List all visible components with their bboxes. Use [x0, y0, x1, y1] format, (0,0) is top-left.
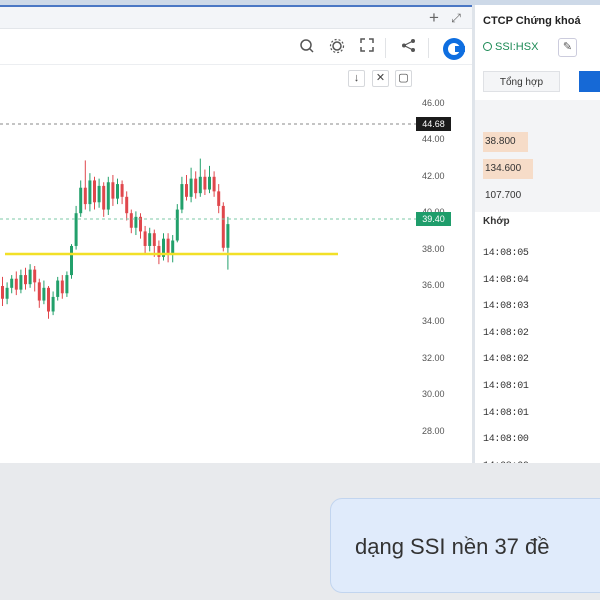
- candle-body: [37, 282, 41, 301]
- candle-body: [10, 278, 14, 288]
- current-price-tag: 39.40: [416, 212, 451, 226]
- candle-body: [217, 191, 221, 206]
- candle-body: [42, 287, 46, 301]
- match-time: 14:08:00: [483, 434, 529, 446]
- candle-body: [129, 213, 133, 228]
- y-axis-tick-label: 32.00: [422, 352, 445, 363]
- candle-body: [185, 184, 188, 197]
- match-list-header: Khớp: [483, 216, 510, 227]
- candle-body: [203, 176, 207, 190]
- candle-body: [5, 287, 9, 299]
- candlestick-series: [1, 158, 230, 319]
- candle-body: [189, 178, 193, 197]
- candle-body: [93, 180, 96, 203]
- ticker-text: SSI:HSX: [495, 41, 539, 53]
- candle-body: [116, 184, 119, 199]
- candle-body: [19, 275, 23, 290]
- app-logo-icon[interactable]: [443, 38, 465, 60]
- y-axis-tick-label: 44.00: [422, 134, 445, 145]
- chart-panel: + ⤢ ↓ ✕ ▢ 46.0044.0042.0040.0038.0036.00…: [0, 5, 472, 463]
- candle-body: [70, 245, 73, 276]
- candle-body: [83, 187, 87, 205]
- ticker-label[interactable]: SSI:HSX: [483, 41, 538, 53]
- y-axis-tick-label: 38.00: [422, 243, 445, 254]
- candle-body: [226, 224, 230, 248]
- candle-body: [125, 196, 129, 214]
- candle-body: [143, 231, 147, 246]
- maximize-pane-icon[interactable]: ▢: [395, 70, 412, 87]
- candle-body: [47, 287, 50, 312]
- candle-body: [148, 233, 152, 246]
- candle-body: [175, 209, 179, 241]
- candle-body: [97, 185, 101, 203]
- candle-body: [60, 280, 64, 294]
- stock-info-panel: CTCP Chứng khoá SSI:HSX ✎ Tổng hợp 38.80…: [475, 5, 600, 463]
- candle-body: [102, 185, 106, 210]
- candle-body: [14, 278, 18, 290]
- tab-tong-hop[interactable]: Tổng hợp: [483, 71, 560, 92]
- candle-body: [120, 184, 124, 197]
- candle-body: [166, 238, 170, 254]
- candle-body: [111, 182, 115, 199]
- candle-body: [33, 269, 37, 283]
- company-name: CTCP Chứng khoá: [483, 15, 581, 27]
- candle-body: [134, 216, 138, 228]
- match-time: 14:08:01: [483, 381, 529, 392]
- candle-body: [88, 180, 92, 205]
- price-value: 107.700: [485, 190, 522, 201]
- candle-body: [74, 213, 78, 246]
- candle-body: [65, 275, 69, 294]
- last-price-tag: 44.68: [416, 117, 451, 131]
- match-time: 14:08:01: [483, 407, 529, 419]
- candle-body: [180, 184, 184, 210]
- candle-body: [194, 178, 198, 194]
- y-axis-tick-label: 42.00: [422, 170, 445, 181]
- match-time: 14:08:04: [483, 274, 529, 286]
- y-axis-tick-label: 28.00: [422, 425, 445, 436]
- y-axis-tick-label: 34.00: [422, 316, 445, 327]
- move-down-icon[interactable]: ↓: [348, 70, 365, 87]
- tab-other[interactable]: [579, 71, 600, 92]
- candle-body: [198, 176, 202, 194]
- refresh-icon: [483, 42, 492, 51]
- match-time: 14:08:02: [483, 354, 529, 366]
- y-axis-tick-label: 36.00: [422, 280, 445, 290]
- candle-body: [24, 275, 27, 285]
- candle-body: [208, 176, 211, 190]
- edit-icon[interactable]: ✎: [558, 38, 577, 57]
- match-time: 14:08:03: [483, 301, 529, 313]
- match-time: 14:08:05: [483, 248, 529, 259]
- candle-body: [79, 187, 83, 214]
- candle-body: [1, 286, 4, 299]
- close-pane-icon[interactable]: ✕: [372, 70, 389, 87]
- candle-body: [51, 296, 55, 312]
- candle-body: [221, 205, 225, 248]
- match-time: 14:08:02: [483, 327, 529, 339]
- y-axis-tick-label: 46.00: [422, 98, 445, 108]
- price-value: 38.800: [483, 132, 528, 152]
- candle-body: [152, 233, 156, 246]
- candle-body: [171, 240, 175, 254]
- candle-body: [212, 176, 216, 192]
- y-axis-tick-label: 30.00: [422, 389, 445, 400]
- candle-body: [28, 269, 32, 285]
- candle-body: [56, 280, 60, 297]
- chat-message-text: dạng SSI nền 37 đề: [355, 534, 550, 559]
- price-value: 134.600: [483, 159, 533, 179]
- candle-body: [106, 182, 110, 210]
